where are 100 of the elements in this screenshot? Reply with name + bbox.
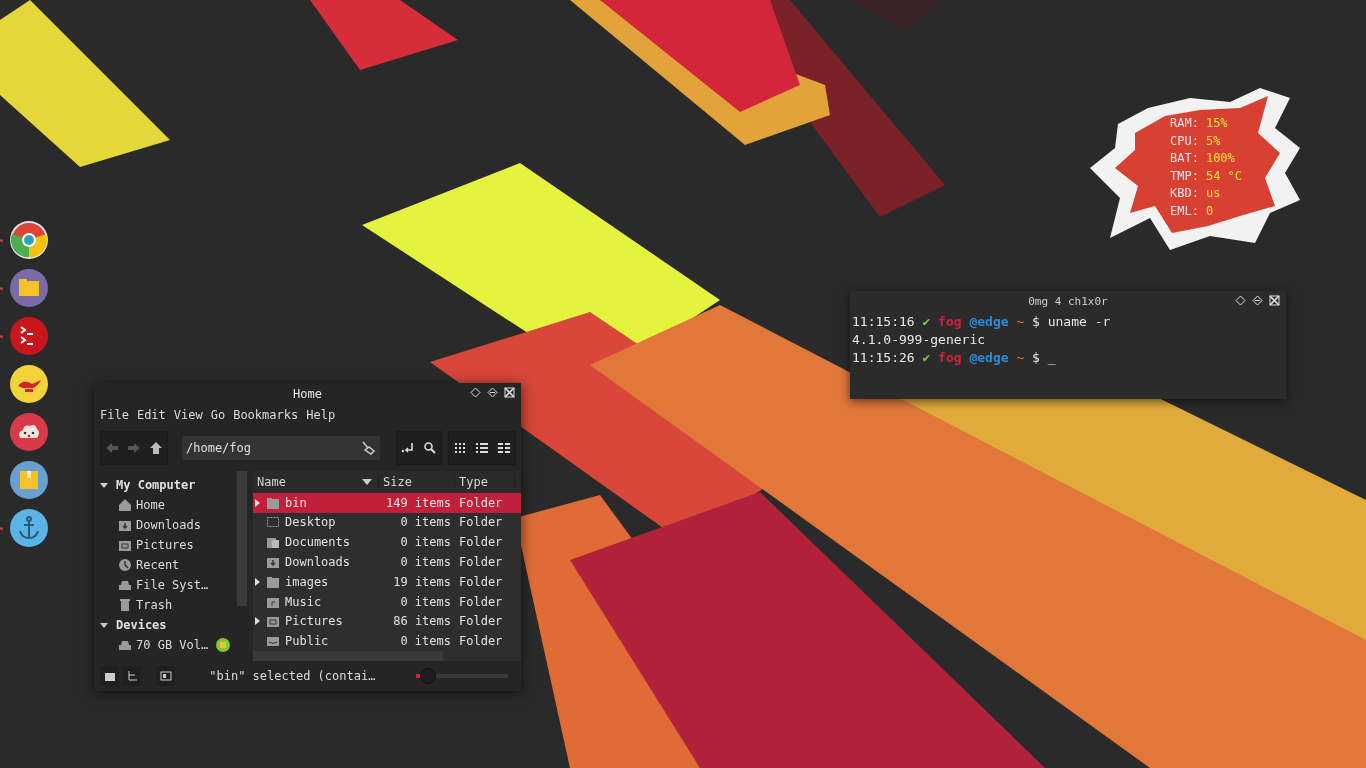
menu-item[interactable]: Edit: [136, 408, 166, 422]
file-size: 149 items: [384, 495, 452, 510]
sidebar-item[interactable]: Downloads: [136, 518, 202, 532]
column-header[interactable]: Type: [455, 474, 515, 489]
folder-icon: [266, 495, 280, 510]
picture-icon: [118, 538, 132, 552]
sidebar-toggle-button[interactable]: [156, 666, 176, 686]
menu-item[interactable]: Help: [306, 408, 336, 422]
close-icon[interactable]: [1269, 295, 1280, 306]
file-type: Folder: [458, 535, 504, 550]
file-size: 0 items: [399, 634, 452, 649]
monitor-label: KBD:: [1170, 185, 1199, 203]
sidebar-item[interactable]: File Syst…: [136, 578, 209, 592]
sort-icon: [362, 477, 372, 486]
package-app-icon[interactable]: [9, 460, 49, 500]
sidebar-heading: My Computer: [116, 478, 196, 492]
expand-icon[interactable]: [255, 498, 261, 507]
file-name: Desktop: [285, 515, 336, 530]
broom-icon[interactable]: [360, 441, 376, 455]
expand-icon[interactable]: [255, 577, 261, 586]
file-type: Folder: [458, 594, 504, 609]
right-arrow-icon: [127, 441, 141, 455]
file-row[interactable]: Public 0 items Folder: [253, 631, 521, 652]
file-name: Pictures: [285, 614, 343, 629]
documents-icon: [266, 535, 280, 550]
file-size: 19 items: [392, 574, 452, 589]
return-arrow-icon: [401, 441, 415, 455]
cloud-app-icon[interactable]: [9, 412, 49, 452]
file-name: bin: [285, 495, 307, 510]
file-size: 86 items: [392, 614, 452, 629]
file-row[interactable]: Pictures 86 items Folder: [253, 611, 521, 632]
column-header[interactable]: Name: [253, 474, 379, 489]
menu-item[interactable]: File: [100, 408, 129, 422]
file-size: 0 items: [399, 515, 452, 530]
anchor-app-icon[interactable]: [9, 508, 49, 548]
file-size: 0 items: [399, 594, 452, 609]
file-type: Folder: [458, 634, 504, 649]
file-name: Downloads: [285, 555, 351, 570]
monitor-value: us: [1205, 185, 1221, 203]
monitor-value: 100%: [1205, 150, 1235, 168]
monitor-label: EML:: [1170, 202, 1199, 220]
file-row[interactable]: Music 0 items Folder: [253, 591, 521, 612]
tree-button[interactable]: [123, 666, 143, 686]
expand-icon[interactable]: [255, 617, 261, 626]
browser-app-icon[interactable]: [9, 220, 49, 260]
monitor-label: RAM:: [1170, 115, 1199, 132]
file-row[interactable]: bin 149 items Folder: [253, 492, 521, 513]
terminal-line: 4.1.0-999-generic: [852, 331, 987, 349]
file-name: Documents: [285, 535, 351, 550]
file-size: 0 items: [399, 535, 452, 550]
sidebar-heading: Devices: [116, 618, 167, 632]
status-text: "bin" selected (contai…: [209, 669, 376, 683]
close-icon[interactable]: [504, 387, 515, 398]
menu-item[interactable]: View: [173, 408, 203, 422]
recent-icon: [118, 558, 132, 572]
monitor-value: 15%: [1205, 115, 1228, 132]
collapse-icon[interactable]: [100, 481, 108, 489]
column-header[interactable]: Size: [379, 474, 455, 489]
location-field[interactable]: /home/fog: [182, 436, 380, 460]
file-row[interactable]: Downloads 0 items Folder: [253, 552, 521, 572]
file-name: images: [285, 574, 329, 589]
minimize-icon[interactable]: [1235, 295, 1246, 306]
file-type: Folder: [458, 495, 504, 510]
file-type: Folder: [458, 515, 504, 530]
picture-icon: [266, 614, 280, 629]
monitor-label: TMP:: [1170, 167, 1199, 185]
columns-icon: [497, 441, 511, 455]
sidebar-item[interactable]: Trash: [136, 598, 173, 612]
places-button[interactable]: [100, 666, 120, 686]
sidebar-item[interactable]: Recent: [136, 558, 180, 572]
menu-item[interactable]: Bookmarks: [233, 408, 299, 422]
minimize-icon[interactable]: [470, 387, 481, 398]
monitor-label: BAT:: [1170, 150, 1199, 168]
sidebar-item[interactable]: 70 GB Vol…: [136, 638, 209, 652]
file-row[interactable]: images 19 items Folder: [253, 571, 521, 592]
collapse-icon[interactable]: [100, 621, 108, 629]
desktop-icon: [266, 515, 280, 530]
menu-item[interactable]: Go: [210, 408, 226, 422]
drive-icon: [118, 638, 132, 652]
up-arrow-icon: [149, 441, 163, 455]
terminal-app-icon[interactable]: [9, 316, 49, 356]
file-row[interactable]: Desktop 0 items Folder: [253, 512, 521, 533]
files-app-icon[interactable]: [9, 268, 49, 308]
sidebar-item[interactable]: Home: [136, 498, 165, 512]
folder-icon: [103, 670, 116, 682]
maximize-icon[interactable]: [487, 387, 498, 398]
window-title: 0mg 4 ch1x0r: [1028, 294, 1108, 308]
file-type: Folder: [458, 614, 504, 629]
monitor-value: 54 °C: [1205, 167, 1243, 185]
drive-icon: [118, 578, 132, 592]
sidebar-item[interactable]: Pictures: [136, 538, 194, 552]
monitor-value: 5%: [1205, 132, 1221, 150]
eject-icon[interactable]: [216, 638, 231, 652]
file-row[interactable]: Documents 0 items Folder: [253, 532, 521, 553]
file-name: Public: [285, 634, 329, 649]
lamp-app-icon[interactable]: [9, 364, 49, 404]
maximize-icon[interactable]: [1252, 295, 1263, 306]
tree-icon: [126, 670, 139, 682]
monitor-value: 0: [1205, 202, 1214, 220]
left-arrow-icon: [105, 441, 119, 455]
